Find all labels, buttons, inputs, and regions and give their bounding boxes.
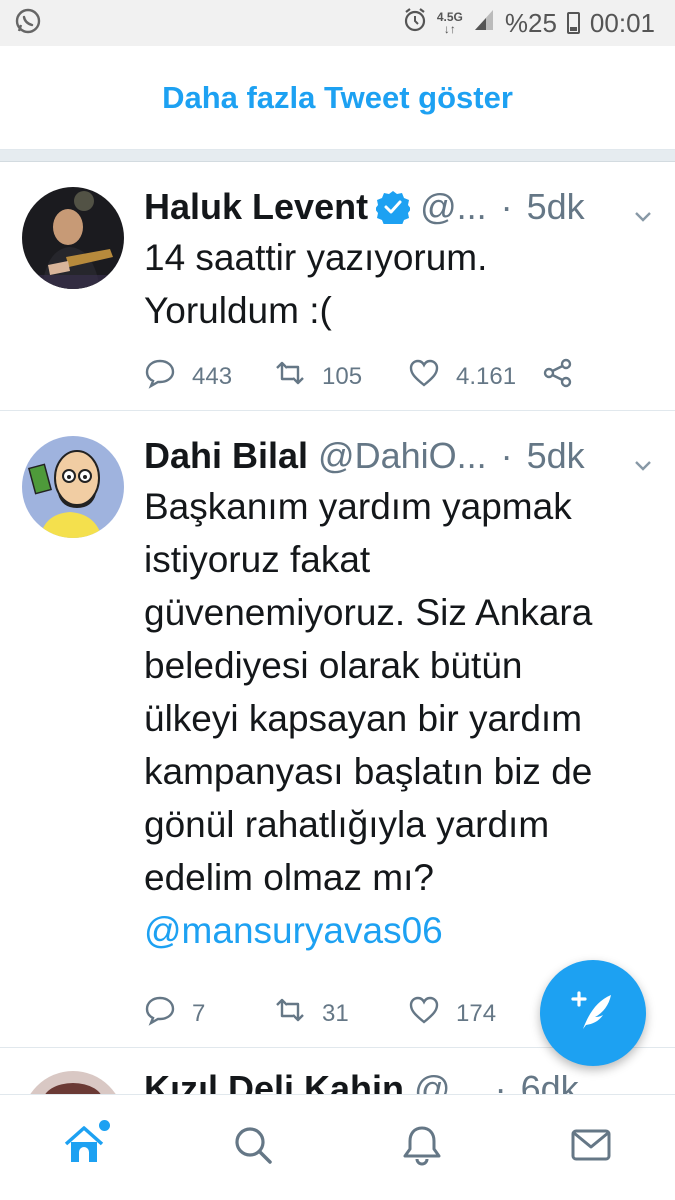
separator-dot: · <box>494 1068 507 1095</box>
reply-count: 7 <box>192 999 206 1027</box>
author-name[interactable]: Haluk Levent <box>144 186 368 228</box>
status-left <box>14 7 42 40</box>
share-button[interactable] <box>542 357 574 396</box>
clock: 00:01 <box>589 7 655 38</box>
avatar[interactable] <box>22 1071 124 1095</box>
show-more-label: Daha fazla Tweet göster <box>162 79 513 115</box>
status-right: 4.5G ↓↑ %25 00:01 <box>403 7 655 40</box>
notifications-icon <box>401 1123 443 1172</box>
verified-badge-icon <box>375 190 412 227</box>
heart-icon <box>408 994 440 1033</box>
mention-link[interactable]: @mansuryavas06 <box>144 904 654 957</box>
like-button[interactable]: 174 <box>408 994 542 1033</box>
new-content-dot <box>99 1119 111 1131</box>
reply-count: 443 <box>192 362 233 390</box>
author-handle[interactable]: @... <box>414 1068 481 1095</box>
messages-icon <box>569 1125 613 1170</box>
like-count: 174 <box>456 999 497 1027</box>
network-indicator: 4.5G ↓↑ <box>437 11 463 35</box>
signal-icon <box>473 8 495 39</box>
author-name[interactable]: Dahi Bilal <box>144 435 308 477</box>
tweet-text-line: istiyoruz fakat <box>144 539 371 580</box>
bottom-nav <box>0 1094 675 1200</box>
chevron-down-icon[interactable] <box>631 195 655 222</box>
nav-notifications[interactable] <box>382 1108 462 1188</box>
retweet-count: 31 <box>322 999 349 1027</box>
compose-tweet-button[interactable] <box>540 960 646 1066</box>
heart-icon <box>408 357 440 396</box>
tweet-text-line: kampanyası başlatın biz de <box>144 751 593 792</box>
tweet-time[interactable]: 6dk <box>521 1068 579 1095</box>
tweet[interactable]: Haluk Levent @... · 5dk 14 saattir yazıy… <box>0 163 675 411</box>
nav-home[interactable] <box>44 1108 124 1188</box>
status-bar: 4.5G ↓↑ %25 00:01 <box>0 0 675 46</box>
retweet-icon <box>274 994 306 1033</box>
tweet-text-line: belediyesi olarak bütün <box>144 645 523 686</box>
alarm-icon <box>403 7 427 40</box>
tweet-text: Başkanım yardım yapmak istiyoruz fakat g… <box>144 480 654 957</box>
tweet-text-line: Yoruldum :( <box>144 290 332 331</box>
author-name[interactable]: Kızıl Deli Kahin <box>144 1068 404 1095</box>
reply-icon <box>144 994 176 1033</box>
like-count: 4.161 <box>456 362 517 390</box>
author-handle[interactable]: @... <box>420 186 487 228</box>
reply-icon <box>144 357 176 396</box>
reply-button[interactable]: 443 <box>144 357 274 396</box>
chevron-down-icon[interactable] <box>631 444 655 471</box>
separator-dot: · <box>500 186 513 227</box>
compose-tweet-icon <box>567 985 619 1042</box>
retweet-button[interactable]: 31 <box>274 994 408 1033</box>
tweet-text-line: ülkeyi kapsayan bir yardım <box>144 698 583 739</box>
tweet-text-line: gönül rahatlığıyla yardım <box>144 804 550 845</box>
tweet-actions: 7 31 174 <box>144 994 542 1033</box>
battery-percent: %25 <box>504 7 557 38</box>
tweet-text-line: Başkanım yardım yapmak <box>144 486 572 527</box>
tweet-text-line: 14 saattir yazıyorum. <box>144 237 488 278</box>
tweet[interactable]: Dahi Bilal @DahiO... · 5dk Başkanım yard… <box>0 412 675 1048</box>
tweet-actions: 443 105 4.161 <box>144 357 574 396</box>
retweet-button[interactable]: 105 <box>274 357 408 396</box>
timeline-gap <box>0 150 675 162</box>
retweet-icon <box>274 357 306 396</box>
share-icon <box>542 357 574 396</box>
retweet-count: 105 <box>322 362 363 390</box>
whatsapp-icon <box>14 7 42 40</box>
tweet-text-line: edelim olmaz mı? <box>144 857 434 898</box>
reply-button[interactable]: 7 <box>144 994 274 1033</box>
tweet-header: Dahi Bilal @DahiO... · 5dk <box>144 434 655 478</box>
nav-messages[interactable] <box>551 1108 631 1188</box>
avatar[interactable] <box>22 436 124 538</box>
tweet-header: Haluk Levent @... · 5dk <box>144 185 655 229</box>
tweet-time[interactable]: 5dk <box>527 186 585 228</box>
author-handle[interactable]: @DahiO... <box>318 435 487 477</box>
avatar[interactable] <box>22 187 124 289</box>
tweet-text: 14 saattir yazıyorum. Yoruldum :( <box>144 231 654 337</box>
like-button[interactable]: 4.161 <box>408 357 542 396</box>
battery-icon <box>566 12 580 34</box>
network-arrows: ↓↑ <box>443 22 456 36</box>
show-more-tweets-button[interactable]: Daha fazla Tweet göster <box>0 46 675 150</box>
tweet-text-line: güvenemiyoruz. Siz Ankara <box>144 592 593 633</box>
tweet-header: Kızıl Deli Kahin @... · 6dk <box>144 1067 655 1095</box>
search-icon <box>232 1124 274 1171</box>
separator-dot: · <box>500 435 513 476</box>
nav-search[interactable] <box>213 1108 293 1188</box>
tweet-time[interactable]: 5dk <box>527 435 585 477</box>
